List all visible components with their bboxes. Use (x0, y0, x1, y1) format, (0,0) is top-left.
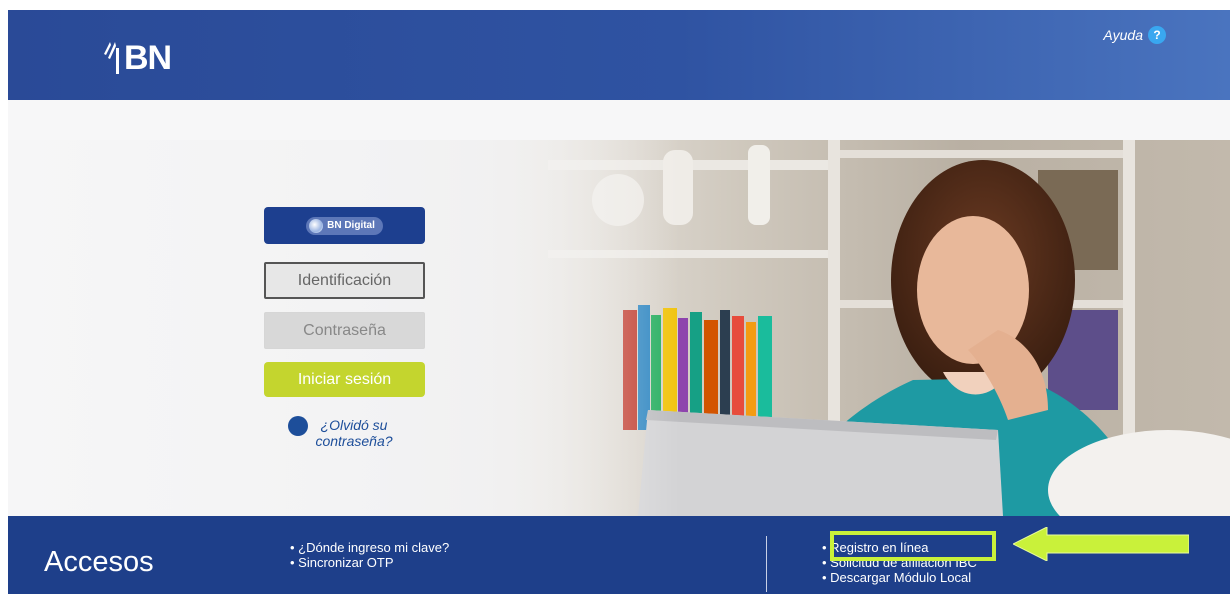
hero-photo-illustration (8, 140, 1230, 516)
forgot-password-label: ¿Olvidó su contraseña? (315, 417, 393, 449)
footer-links-left: ¿Dónde ingreso mi clave? Sincronizar OTP (290, 540, 449, 570)
footer-title: Accesos (44, 546, 154, 578)
login-page: BN Ayuda ? BN Digital Identificación Con… (0, 0, 1230, 594)
password-placeholder: Contraseña (303, 321, 386, 339)
bn-logo[interactable]: BN (96, 38, 172, 78)
link-where-enter-key[interactable]: ¿Dónde ingreso mi clave? (290, 540, 449, 555)
header-bar: BN Ayuda ? (8, 10, 1230, 100)
highlight-box (830, 531, 996, 561)
header-spacer (8, 100, 1230, 140)
bn-logo-text: BN (124, 39, 172, 77)
bn-digital-badge: BN Digital (306, 216, 383, 235)
link-download-local-module[interactable]: Descargar Módulo Local (822, 570, 977, 585)
hero-image (8, 140, 1230, 516)
identification-placeholder: Identificación (297, 271, 392, 289)
signin-button[interactable]: Iniciar sesión (264, 362, 425, 397)
password-input[interactable]: Contraseña (264, 312, 425, 349)
identification-input[interactable]: Identificación (264, 262, 425, 299)
bn-digital-button[interactable]: BN Digital (264, 207, 425, 244)
bn-digital-label: BN Digital (327, 220, 375, 231)
link-sync-otp[interactable]: Sincronizar OTP (290, 555, 449, 570)
bn-logo-mark-icon (104, 42, 119, 74)
globe-icon (309, 218, 324, 233)
help-link[interactable]: Ayuda ? (1103, 26, 1166, 44)
left-arrow-icon (1013, 527, 1189, 561)
help-label: Ayuda (1103, 27, 1143, 43)
question-icon: ? (1148, 26, 1166, 44)
footer-divider (766, 536, 767, 592)
